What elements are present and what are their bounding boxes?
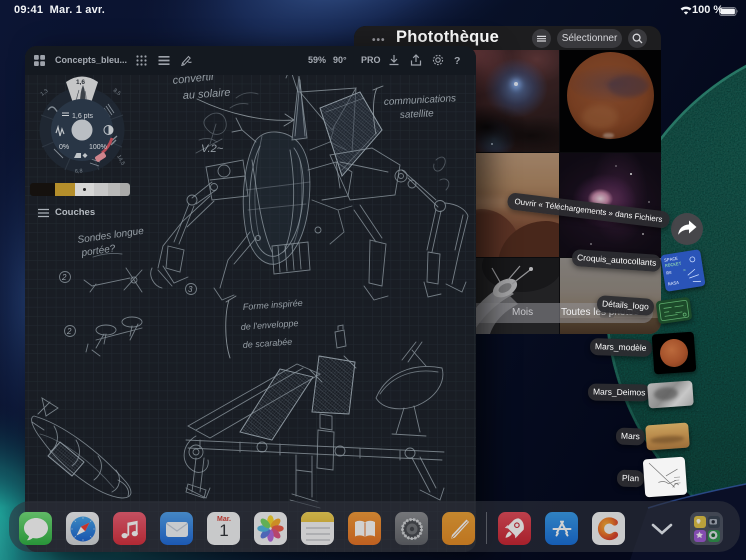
svg-text:1,3: 1,3 (40, 88, 50, 97)
svg-text:6,8: 6,8 (75, 168, 83, 175)
svg-text:3: 3 (188, 285, 193, 294)
svg-text:≈: ≈ (683, 269, 687, 274)
svg-text:satellite: satellite (400, 108, 435, 121)
svg-text:1,6 pts: 1,6 pts (72, 113, 94, 120)
svg-text:14,5: 14,5 (115, 154, 125, 166)
svg-text:R≡: R≡ (666, 270, 673, 277)
svg-text:V.2~: V.2~ (201, 143, 224, 155)
svg-text:1,6: 1,6 (76, 79, 85, 86)
svg-text:2: 2 (66, 327, 72, 336)
svg-text:NASA: NASA (668, 280, 680, 288)
svg-text:0%: 0% (59, 144, 69, 151)
svg-text:2: 2 (61, 273, 67, 282)
svg-text:8,5: 8,5 (112, 88, 122, 97)
svg-text:100%: 100% (89, 144, 107, 151)
